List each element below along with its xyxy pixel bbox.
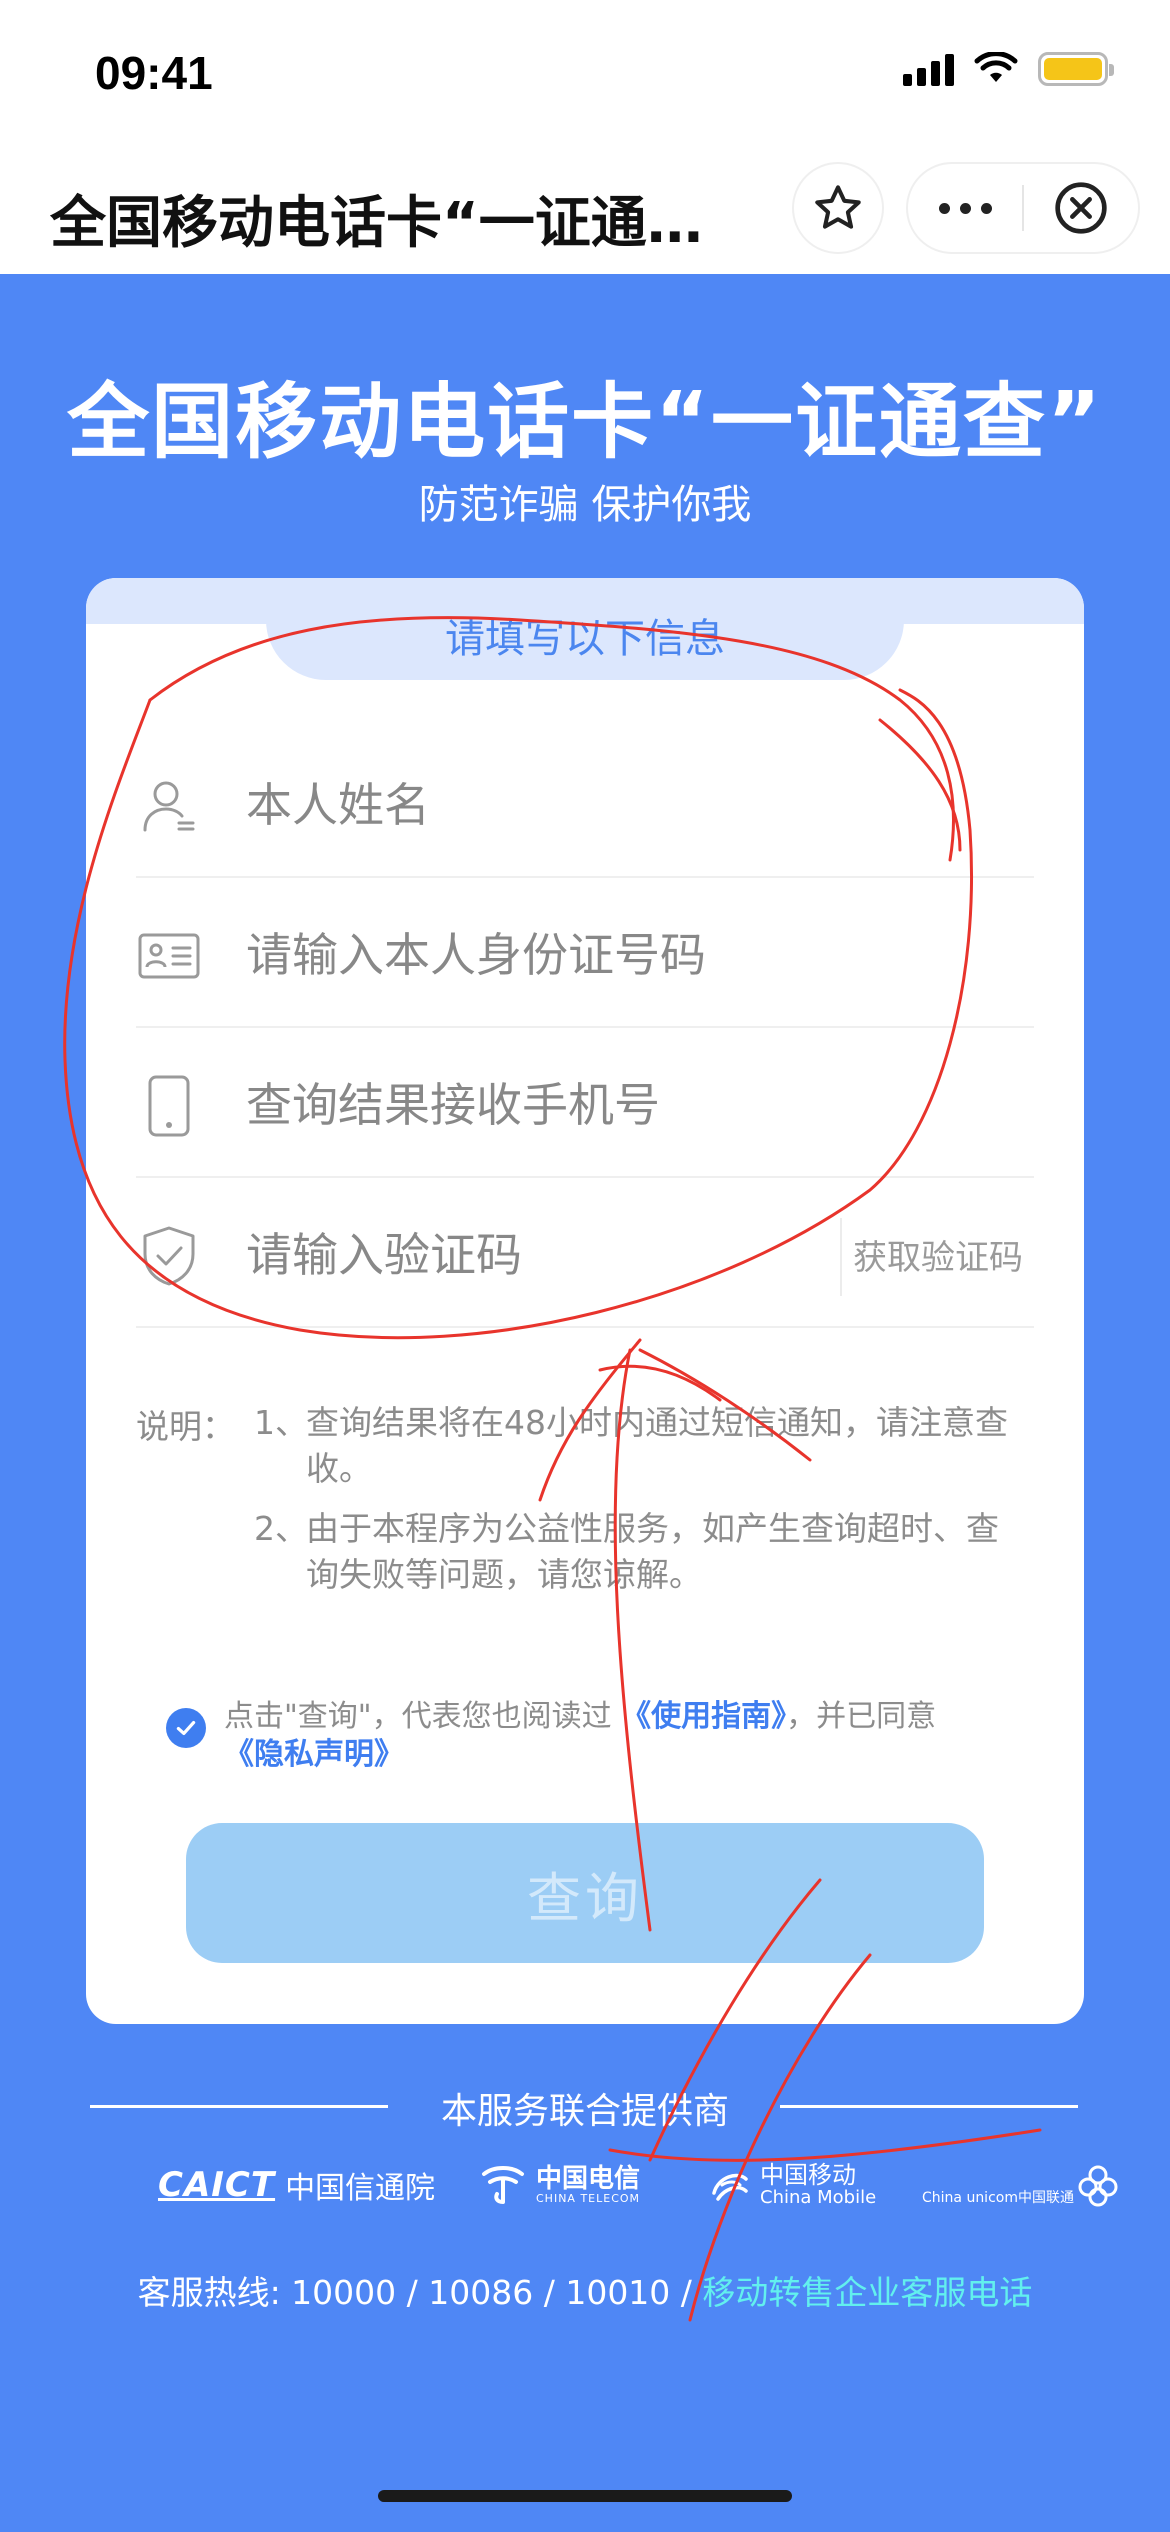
china-unicom-logo: China unicom中国联通 (922, 2155, 1122, 2215)
note-number: 1、 (254, 1403, 308, 1442)
user-guide-link[interactable]: 《使用指南》 (621, 1699, 786, 1734)
status-icons (903, 52, 1114, 86)
hotline-numbers: 客服热线: 10000 / 10086 / 10010 / (137, 2273, 692, 2312)
favorite-button[interactable] (792, 162, 884, 254)
hero-title: 全国移动电话卡“一证通查” (67, 375, 1103, 470)
note-text: 查询结果将在48小时内通过短信通知，请注意查收。 (306, 1403, 1008, 1488)
hero-subtitle: 防范诈骗 保护你我 (418, 482, 752, 528)
user-icon (136, 773, 202, 839)
china-mobile-logo: 中国移动 China Mobile (708, 2155, 876, 2215)
capsule-menu (906, 162, 1140, 254)
verification-code-input[interactable] (246, 1220, 806, 1290)
note-text: 由于本程序为公益性服务，如产生查询超时、查询失败等问题，请您谅解。 (306, 1509, 999, 1594)
query-button[interactable]: 查询 (186, 1823, 984, 1963)
status-bar: 09:41 (0, 0, 1170, 150)
query-form-card: 请填写以下信息 本人姓名 请输入本人身份证号码 查询结果接收手机号 请输入验证码… (86, 578, 1084, 2024)
agreement-checkbox[interactable] (166, 1708, 206, 1748)
code-field-row: 获取验证码 (136, 1178, 1034, 1328)
form-header-label: 请填写以下信息 (445, 616, 725, 662)
privacy-statement-link[interactable]: 《隐私声明》 (224, 1737, 404, 1772)
more-button[interactable] (908, 202, 1022, 214)
mvno-service-link[interactable]: 移动转售企业客服电话 (702, 2273, 1032, 2312)
note-number: 2、 (254, 1509, 308, 1548)
battery-icon (1038, 52, 1114, 86)
caict-logo: CAICT 中国信通院 (158, 2155, 435, 2215)
status-time: 09:41 (95, 47, 213, 99)
home-indicator (378, 2490, 792, 2502)
more-dot-icon (938, 202, 950, 214)
china-mobile-en: China Mobile (760, 2186, 877, 2208)
wifi-icon (974, 52, 1018, 82)
providers-title: 本服务联合提供商 (440, 2091, 729, 2132)
provider-logos: CAICT 中国信通院 中国电信 CHINA TELECOM 中国移动 Chin… (0, 2155, 1170, 2215)
star-icon (815, 185, 861, 229)
china-mobile-emblem-icon (712, 2173, 748, 2201)
phone-input[interactable] (246, 1070, 866, 1140)
hotline-line: 客服热线: 10000 / 10086 / 10010 / 移动转售企业客服电话 (0, 2266, 1170, 2314)
more-dot-icon (959, 202, 971, 214)
note-item: 2、由于本程序为公益性服务，如产生查询超时、查询失败等问题，请您谅解。 (254, 1506, 1054, 1598)
china-telecom-cn: 中国电信 (536, 2163, 641, 2194)
caict-logo-en: CAICT (158, 2165, 276, 2205)
shield-check-icon (136, 1223, 202, 1289)
agreement-text: 点击"查询"，代表您也阅读过 《使用指南》，并已同意 《隐私声明》 (224, 1698, 1044, 1774)
china-unicom-knot-icon (1078, 2165, 1118, 2207)
phone-field-row (136, 1028, 1034, 1178)
china-telecom-en: CHINA TELECOM (536, 2191, 641, 2205)
close-icon (1055, 182, 1107, 234)
agreement-prefix: 点击"查询"，代表您也阅读过 (224, 1699, 612, 1734)
china-telecom-emblem-icon (482, 2166, 524, 2204)
more-dot-icon (980, 202, 992, 214)
china-telecom-logo: 中国电信 CHINA TELECOM (480, 2155, 640, 2215)
name-field-row (136, 728, 1034, 878)
phone-icon (136, 1073, 202, 1139)
mini-program-nav-bar: 全国移动电话卡“一证通… (0, 150, 1170, 274)
id-number-input[interactable] (246, 920, 866, 990)
checkmark-icon (176, 1720, 196, 1736)
page-title: 全国移动电话卡“一证通… (50, 191, 703, 256)
notes-label: 说明： (136, 1407, 235, 1446)
id-field-row (136, 878, 1034, 1028)
id-card-icon (136, 923, 202, 989)
name-input[interactable] (246, 770, 866, 840)
close-button[interactable] (1024, 180, 1138, 236)
china-unicom-text: China unicom中国联通 (922, 2190, 1074, 2206)
agreement-middle: ，并已同意 (786, 1699, 937, 1734)
china-mobile-cn: 中国移动 (760, 2160, 856, 2189)
cellular-signal-icon (903, 52, 954, 86)
note-item: 1、查询结果将在48小时内通过短信通知，请注意查收。 (254, 1400, 1054, 1492)
caict-logo-cn: 中国信通院 (285, 2171, 436, 2206)
get-code-button[interactable]: 获取验证码 (842, 1228, 1034, 1288)
